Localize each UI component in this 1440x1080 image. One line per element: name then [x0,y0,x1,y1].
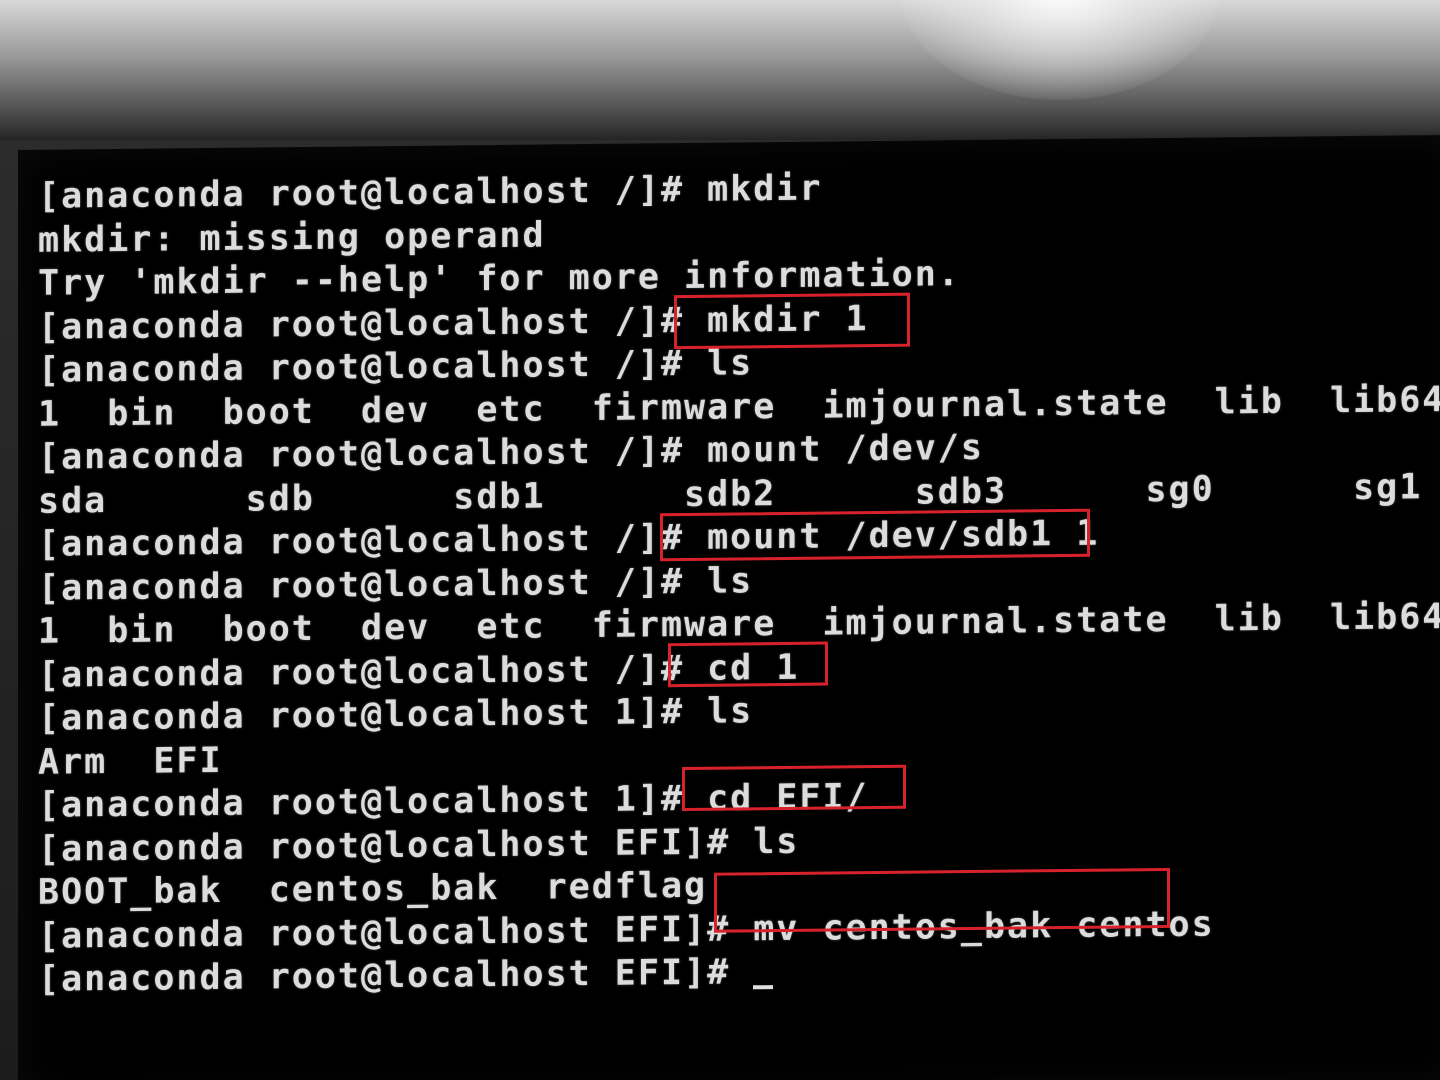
terminal-screen[interactable]: [anaconda root@localhost /]# mkdir mkdir… [18,134,1440,1080]
monitor-bezel [0,0,1440,140]
highlight-box-mkdir [674,292,910,350]
highlight-box-cd-efi [682,764,906,812]
text-cursor [753,985,774,990]
highlight-box-mount [660,508,1090,562]
highlight-box-cd-1 [668,641,828,688]
terminal-prompt: [anaconda root@localhost EFI]# [38,952,754,1000]
highlight-box-mv [714,867,1170,933]
photo-of-monitor: [anaconda root@localhost /]# mkdir mkdir… [0,0,1440,1080]
